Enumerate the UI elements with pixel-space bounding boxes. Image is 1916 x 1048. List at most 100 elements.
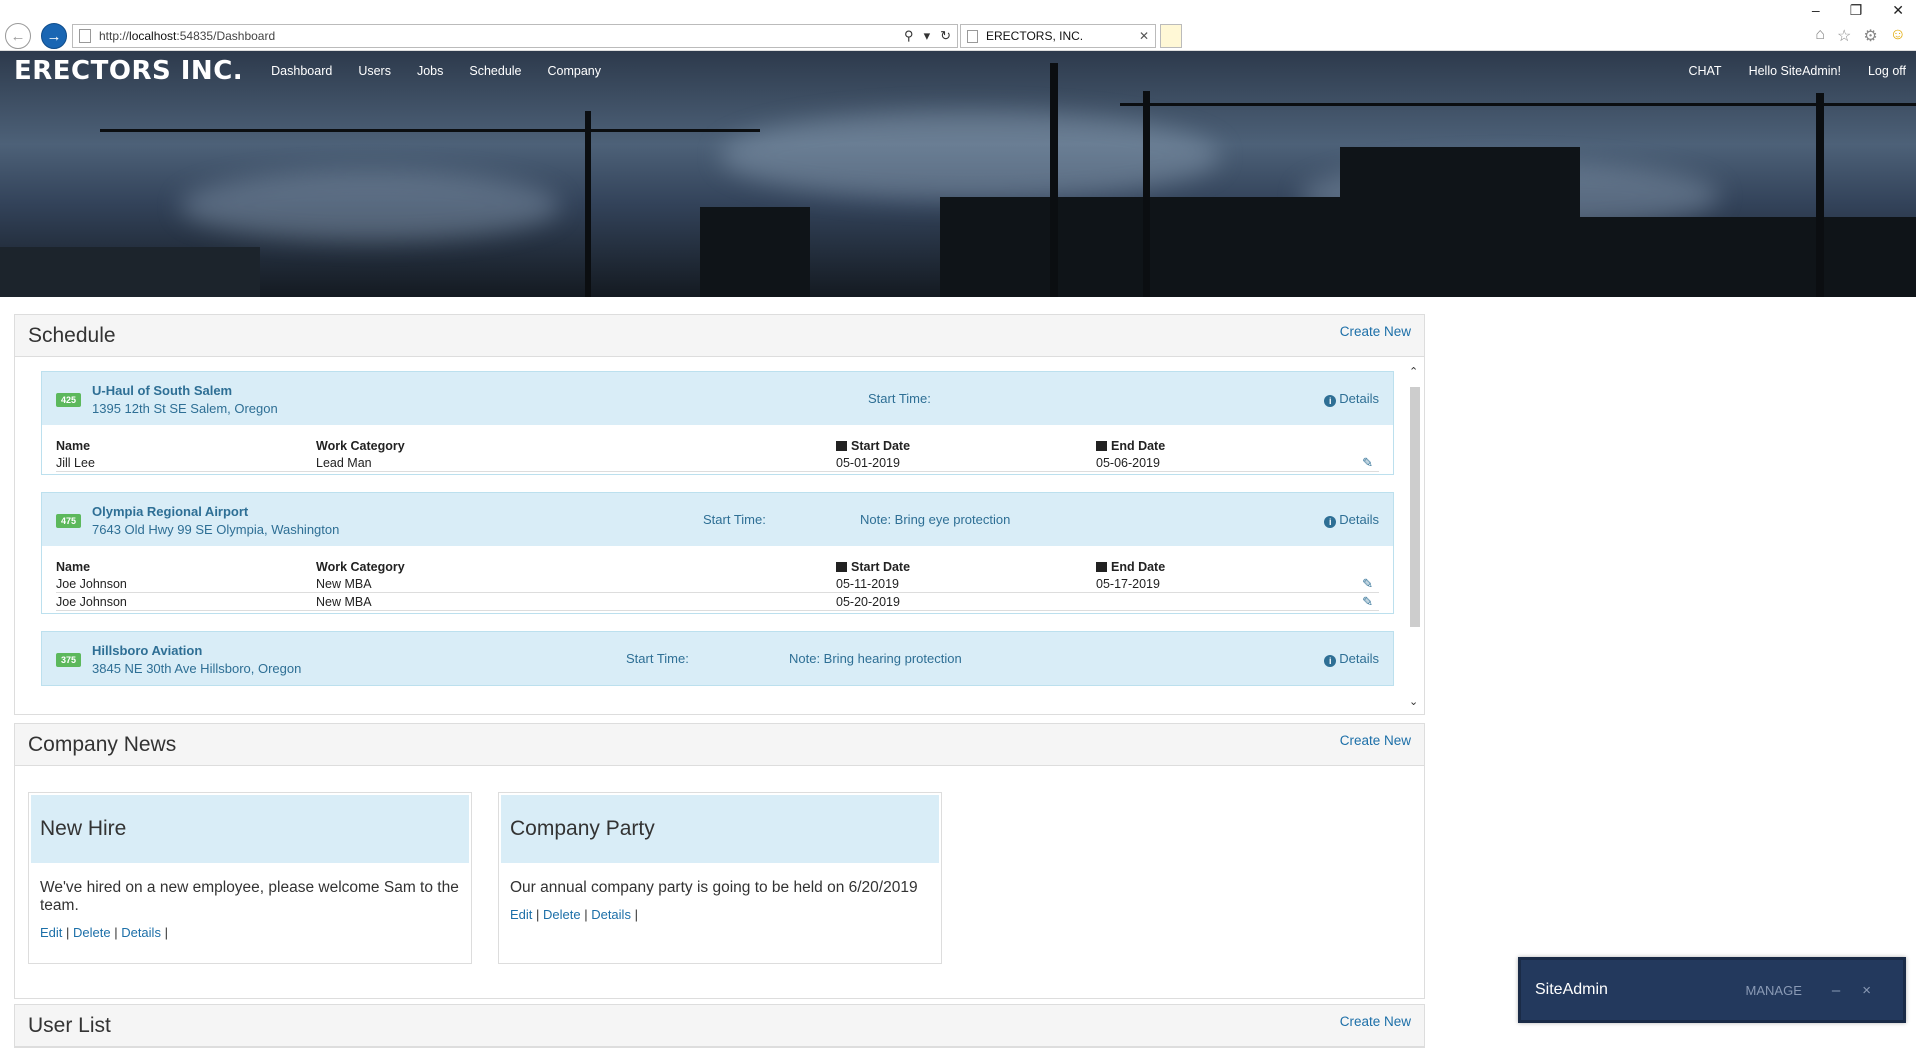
nav-link-dashboard[interactable]: Dashboard <box>271 64 332 78</box>
job-name-link[interactable]: U-Haul of South Salem <box>92 382 278 400</box>
job-assignment-table: Name Work Category Start Date End Date J… <box>42 546 1393 613</box>
news-details-link[interactable]: Details <box>121 925 161 940</box>
news-card-title: Company Party <box>501 795 939 863</box>
news-card-text: We've hired on a new employee, please we… <box>40 879 459 914</box>
nav-link-chat[interactable]: CHAT <box>1688 64 1721 78</box>
page-icon <box>967 29 978 43</box>
table-header-row: Name Work Category Start Date End Date <box>56 558 1379 575</box>
hero-crane <box>1816 93 1824 297</box>
search-icon[interactable]: ⚲ <box>904 28 914 44</box>
column-header-name: Name <box>56 559 91 574</box>
settings-gear-icon[interactable]: ⚙ <box>1863 26 1877 46</box>
schedule-scrollbar[interactable]: ⌃ ⌄ <box>1408 357 1422 714</box>
column-header-start-date: Start Date <box>836 439 1096 453</box>
job-start-time: Start Time: <box>868 391 931 406</box>
scroll-up-icon[interactable]: ⌃ <box>1409 365 1418 378</box>
edit-pencil-icon[interactable]: ✎ <box>1362 455 1373 471</box>
scroll-down-icon[interactable]: ⌄ <box>1409 695 1418 708</box>
job-name-link[interactable]: Olympia Regional Airport <box>92 503 339 521</box>
tab-title: ERECTORS, INC. <box>986 29 1084 43</box>
nav-link-logoff[interactable]: Log off <box>1868 64 1906 78</box>
user-list-title: User List <box>28 1013 111 1037</box>
news-edit-link[interactable]: Edit <box>40 925 62 940</box>
job-address: 3845 NE 30th Ave Hillsboro, Oregon <box>92 661 302 676</box>
user-list-panel-header: User List Create New <box>15 1005 1424 1047</box>
schedule-list[interactable]: 425 U-Haul of South Salem 1395 12th St S… <box>15 357 1424 714</box>
url-text: http://localhost:54835/Dashboard <box>99 29 276 43</box>
nav-link-users[interactable]: Users <box>358 64 391 78</box>
hero-crane <box>1143 91 1150 297</box>
back-button[interactable]: ← <box>5 23 31 49</box>
refresh-icon[interactable]: ↻ <box>940 28 951 44</box>
job-address: 7643 Old Hwy 99 SE Olympia, Washington <box>92 522 340 537</box>
job-card: 425 U-Haul of South Salem 1395 12th St S… <box>41 371 1394 475</box>
calendar-icon <box>836 440 847 451</box>
job-card: 375 Hillsboro Aviation 3845 NE 30th Ave … <box>41 631 1394 686</box>
nav-link-schedule[interactable]: Schedule <box>469 64 521 78</box>
job-header: 475 Olympia Regional Airport 7643 Old Hw… <box>42 493 1393 546</box>
nav-link-jobs[interactable]: Jobs <box>417 64 443 78</box>
news-card-text: Our annual company party is going to be … <box>510 879 918 896</box>
job-assignment-table: Name Work Category Start Date End Date J… <box>42 425 1393 474</box>
address-bar[interactable]: http://localhost:54835/Dashboard ⚲ ▾ ↻ <box>72 24 958 48</box>
table-row: Jill Lee Lead Man 05-01-2019 05-06-2019 … <box>56 454 1379 472</box>
job-header: 375 Hillsboro Aviation 3845 NE 30th Ave … <box>42 632 1393 685</box>
schedule-panel: Schedule Create New 425 U-Haul of South … <box>14 314 1425 715</box>
home-icon[interactable]: ⌂ <box>1815 26 1825 46</box>
calendar-icon <box>836 561 847 572</box>
favorites-star-icon[interactable]: ☆ <box>1837 26 1851 46</box>
user-create-new-link[interactable]: Create New <box>1340 1014 1411 1029</box>
job-card: 475 Olympia Regional Airport 7643 Old Hw… <box>41 492 1394 614</box>
user-list-panel: User List Create New <box>14 1004 1425 1048</box>
schedule-create-new-link[interactable]: Create New <box>1340 324 1411 339</box>
company-news-title: Company News <box>28 732 177 756</box>
news-details-link[interactable]: Details <box>591 907 631 922</box>
job-number-badge: 475 <box>56 514 82 528</box>
cell-end-date: 05-06-2019 <box>1096 455 1160 470</box>
table-row: Joe Johnson New MBA 05-11-2019 05-17-201… <box>56 575 1379 593</box>
page-icon <box>79 29 91 43</box>
job-number-badge: 375 <box>56 653 82 667</box>
calendar-icon <box>1096 440 1107 451</box>
feedback-smiley-icon[interactable]: ☺ <box>1890 26 1906 46</box>
restore-window-button[interactable]: ❐ <box>1850 2 1863 19</box>
job-note: Note: Bring eye protection <box>860 512 1011 527</box>
column-header-work-category: Work Category <box>316 559 405 574</box>
news-create-new-link[interactable]: Create New <box>1340 733 1411 748</box>
chat-minimize-button[interactable]: – <box>1832 982 1840 999</box>
chat-manage-button[interactable]: MANAGE <box>1746 983 1802 998</box>
close-tab-icon[interactable]: ✕ <box>1139 29 1149 43</box>
column-header-end-date: End Date <box>1096 560 1296 574</box>
nav-link-company[interactable]: Company <box>548 64 602 78</box>
schedule-panel-header: Schedule Create New <box>15 315 1424 357</box>
cell-name: Joe Johnson <box>56 576 127 591</box>
brand-logo[interactable]: ERECTORS INC. <box>14 56 243 86</box>
browser-tab[interactable]: ERECTORS, INC. ✕ <box>960 24 1156 48</box>
job-details-link[interactable]: i Details <box>1324 651 1379 667</box>
news-card-title: New Hire <box>31 795 469 863</box>
cell-name: Joe Johnson <box>56 594 127 609</box>
chat-widget[interactable]: SiteAdmin MANAGE – × <box>1518 957 1906 1023</box>
news-delete-link[interactable]: Delete <box>73 925 111 940</box>
job-start-time: Start Time: <box>626 651 689 666</box>
minimize-window-button[interactable]: – <box>1812 2 1820 19</box>
nav-link-hello-user[interactable]: Hello SiteAdmin! <box>1749 64 1841 78</box>
job-details-link[interactable]: i Details <box>1324 391 1379 407</box>
chat-close-button[interactable]: × <box>1862 982 1871 999</box>
hero-building <box>700 207 810 297</box>
news-edit-link[interactable]: Edit <box>510 907 532 922</box>
job-details-link[interactable]: i Details <box>1324 512 1379 528</box>
close-window-button[interactable]: ✕ <box>1892 2 1904 19</box>
new-tab-button[interactable] <box>1160 24 1182 48</box>
company-news-panel: Company News Create New New Hire We've h… <box>14 723 1425 999</box>
info-icon: i <box>1324 395 1337 407</box>
arrow-left-icon: ← <box>10 27 26 45</box>
scrollbar-thumb[interactable] <box>1410 387 1420 627</box>
job-start-time: Start Time: <box>703 512 766 527</box>
edit-pencil-icon[interactable]: ✎ <box>1362 576 1373 592</box>
news-delete-link[interactable]: Delete <box>543 907 581 922</box>
job-name-link[interactable]: Hillsboro Aviation <box>92 642 301 660</box>
forward-button[interactable]: → <box>41 23 67 49</box>
chevron-down-icon[interactable]: ▾ <box>924 28 931 44</box>
edit-pencil-icon[interactable]: ✎ <box>1362 594 1373 610</box>
